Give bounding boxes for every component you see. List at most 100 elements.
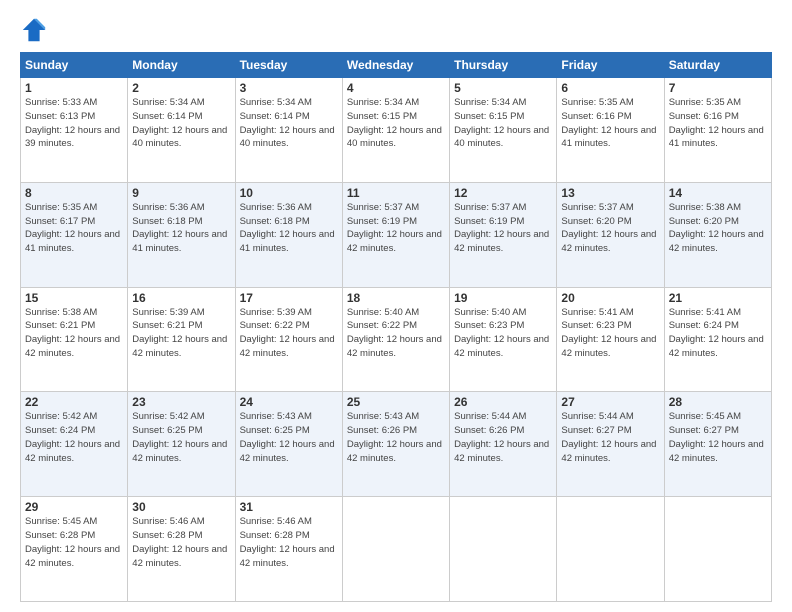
day-info: Sunrise: 5:46 AMSunset: 6:28 PMDaylight:… bbox=[240, 516, 335, 568]
day-info: Sunrise: 5:34 AMSunset: 6:14 PMDaylight:… bbox=[240, 97, 335, 149]
day-info: Sunrise: 5:40 AMSunset: 6:22 PMDaylight:… bbox=[347, 307, 442, 359]
calendar-cell: 3 Sunrise: 5:34 AMSunset: 6:14 PMDayligh… bbox=[235, 78, 342, 183]
day-number: 31 bbox=[240, 500, 338, 514]
calendar-cell: 19 Sunrise: 5:40 AMSunset: 6:23 PMDaylig… bbox=[450, 287, 557, 392]
day-info: Sunrise: 5:42 AMSunset: 6:25 PMDaylight:… bbox=[132, 411, 227, 463]
day-info: Sunrise: 5:34 AMSunset: 6:14 PMDaylight:… bbox=[132, 97, 227, 149]
calendar-cell: 28 Sunrise: 5:45 AMSunset: 6:27 PMDaylig… bbox=[664, 392, 771, 497]
calendar-cell bbox=[450, 497, 557, 602]
calendar-cell: 23 Sunrise: 5:42 AMSunset: 6:25 PMDaylig… bbox=[128, 392, 235, 497]
calendar-cell: 2 Sunrise: 5:34 AMSunset: 6:14 PMDayligh… bbox=[128, 78, 235, 183]
calendar-cell: 14 Sunrise: 5:38 AMSunset: 6:20 PMDaylig… bbox=[664, 182, 771, 287]
calendar-cell: 26 Sunrise: 5:44 AMSunset: 6:26 PMDaylig… bbox=[450, 392, 557, 497]
calendar-cell: 15 Sunrise: 5:38 AMSunset: 6:21 PMDaylig… bbox=[21, 287, 128, 392]
day-number: 6 bbox=[561, 81, 659, 95]
day-number: 13 bbox=[561, 186, 659, 200]
page: SundayMondayTuesdayWednesdayThursdayFrid… bbox=[0, 0, 792, 612]
calendar-cell: 24 Sunrise: 5:43 AMSunset: 6:25 PMDaylig… bbox=[235, 392, 342, 497]
day-info: Sunrise: 5:44 AMSunset: 6:26 PMDaylight:… bbox=[454, 411, 549, 463]
calendar-cell: 7 Sunrise: 5:35 AMSunset: 6:16 PMDayligh… bbox=[664, 78, 771, 183]
day-number: 29 bbox=[25, 500, 123, 514]
calendar-week-4: 22 Sunrise: 5:42 AMSunset: 6:24 PMDaylig… bbox=[21, 392, 772, 497]
calendar-cell: 29 Sunrise: 5:45 AMSunset: 6:28 PMDaylig… bbox=[21, 497, 128, 602]
day-info: Sunrise: 5:36 AMSunset: 6:18 PMDaylight:… bbox=[132, 202, 227, 254]
calendar-cell: 10 Sunrise: 5:36 AMSunset: 6:18 PMDaylig… bbox=[235, 182, 342, 287]
calendar-cell: 18 Sunrise: 5:40 AMSunset: 6:22 PMDaylig… bbox=[342, 287, 449, 392]
calendar-table: SundayMondayTuesdayWednesdayThursdayFrid… bbox=[20, 52, 772, 602]
calendar-cell bbox=[342, 497, 449, 602]
day-header-tuesday: Tuesday bbox=[235, 53, 342, 78]
calendar-week-1: 1 Sunrise: 5:33 AMSunset: 6:13 PMDayligh… bbox=[21, 78, 772, 183]
calendar-cell bbox=[557, 497, 664, 602]
day-number: 22 bbox=[25, 395, 123, 409]
day-info: Sunrise: 5:46 AMSunset: 6:28 PMDaylight:… bbox=[132, 516, 227, 568]
day-info: Sunrise: 5:45 AMSunset: 6:27 PMDaylight:… bbox=[669, 411, 764, 463]
day-info: Sunrise: 5:43 AMSunset: 6:26 PMDaylight:… bbox=[347, 411, 442, 463]
day-number: 10 bbox=[240, 186, 338, 200]
calendar-cell: 22 Sunrise: 5:42 AMSunset: 6:24 PMDaylig… bbox=[21, 392, 128, 497]
day-header-sunday: Sunday bbox=[21, 53, 128, 78]
day-number: 23 bbox=[132, 395, 230, 409]
day-header-friday: Friday bbox=[557, 53, 664, 78]
day-info: Sunrise: 5:41 AMSunset: 6:24 PMDaylight:… bbox=[669, 307, 764, 359]
day-info: Sunrise: 5:41 AMSunset: 6:23 PMDaylight:… bbox=[561, 307, 656, 359]
day-number: 24 bbox=[240, 395, 338, 409]
day-number: 27 bbox=[561, 395, 659, 409]
calendar-week-5: 29 Sunrise: 5:45 AMSunset: 6:28 PMDaylig… bbox=[21, 497, 772, 602]
day-number: 9 bbox=[132, 186, 230, 200]
day-info: Sunrise: 5:37 AMSunset: 6:20 PMDaylight:… bbox=[561, 202, 656, 254]
calendar-cell: 31 Sunrise: 5:46 AMSunset: 6:28 PMDaylig… bbox=[235, 497, 342, 602]
calendar-cell: 21 Sunrise: 5:41 AMSunset: 6:24 PMDaylig… bbox=[664, 287, 771, 392]
day-info: Sunrise: 5:37 AMSunset: 6:19 PMDaylight:… bbox=[454, 202, 549, 254]
day-header-monday: Monday bbox=[128, 53, 235, 78]
calendar-cell: 12 Sunrise: 5:37 AMSunset: 6:19 PMDaylig… bbox=[450, 182, 557, 287]
day-header-wednesday: Wednesday bbox=[342, 53, 449, 78]
day-number: 7 bbox=[669, 81, 767, 95]
day-number: 16 bbox=[132, 291, 230, 305]
calendar-cell: 11 Sunrise: 5:37 AMSunset: 6:19 PMDaylig… bbox=[342, 182, 449, 287]
calendar-cell: 17 Sunrise: 5:39 AMSunset: 6:22 PMDaylig… bbox=[235, 287, 342, 392]
calendar-cell: 6 Sunrise: 5:35 AMSunset: 6:16 PMDayligh… bbox=[557, 78, 664, 183]
day-info: Sunrise: 5:38 AMSunset: 6:20 PMDaylight:… bbox=[669, 202, 764, 254]
day-number: 11 bbox=[347, 186, 445, 200]
day-number: 15 bbox=[25, 291, 123, 305]
day-info: Sunrise: 5:34 AMSunset: 6:15 PMDaylight:… bbox=[454, 97, 549, 149]
logo bbox=[20, 16, 50, 44]
calendar-week-3: 15 Sunrise: 5:38 AMSunset: 6:21 PMDaylig… bbox=[21, 287, 772, 392]
day-number: 3 bbox=[240, 81, 338, 95]
day-info: Sunrise: 5:35 AMSunset: 6:16 PMDaylight:… bbox=[561, 97, 656, 149]
calendar-cell: 4 Sunrise: 5:34 AMSunset: 6:15 PMDayligh… bbox=[342, 78, 449, 183]
day-number: 5 bbox=[454, 81, 552, 95]
day-info: Sunrise: 5:37 AMSunset: 6:19 PMDaylight:… bbox=[347, 202, 442, 254]
day-number: 14 bbox=[669, 186, 767, 200]
day-info: Sunrise: 5:35 AMSunset: 6:16 PMDaylight:… bbox=[669, 97, 764, 149]
day-info: Sunrise: 5:45 AMSunset: 6:28 PMDaylight:… bbox=[25, 516, 120, 568]
day-number: 21 bbox=[669, 291, 767, 305]
day-number: 4 bbox=[347, 81, 445, 95]
header bbox=[20, 16, 772, 44]
calendar-cell: 16 Sunrise: 5:39 AMSunset: 6:21 PMDaylig… bbox=[128, 287, 235, 392]
calendar-cell: 5 Sunrise: 5:34 AMSunset: 6:15 PMDayligh… bbox=[450, 78, 557, 183]
calendar-cell: 13 Sunrise: 5:37 AMSunset: 6:20 PMDaylig… bbox=[557, 182, 664, 287]
day-number: 2 bbox=[132, 81, 230, 95]
day-number: 19 bbox=[454, 291, 552, 305]
day-info: Sunrise: 5:39 AMSunset: 6:22 PMDaylight:… bbox=[240, 307, 335, 359]
day-info: Sunrise: 5:44 AMSunset: 6:27 PMDaylight:… bbox=[561, 411, 656, 463]
day-number: 26 bbox=[454, 395, 552, 409]
day-number: 17 bbox=[240, 291, 338, 305]
day-info: Sunrise: 5:42 AMSunset: 6:24 PMDaylight:… bbox=[25, 411, 120, 463]
day-info: Sunrise: 5:33 AMSunset: 6:13 PMDaylight:… bbox=[25, 97, 120, 149]
day-info: Sunrise: 5:39 AMSunset: 6:21 PMDaylight:… bbox=[132, 307, 227, 359]
calendar-cell: 8 Sunrise: 5:35 AMSunset: 6:17 PMDayligh… bbox=[21, 182, 128, 287]
calendar-cell: 30 Sunrise: 5:46 AMSunset: 6:28 PMDaylig… bbox=[128, 497, 235, 602]
day-number: 1 bbox=[25, 81, 123, 95]
day-number: 30 bbox=[132, 500, 230, 514]
calendar-cell bbox=[664, 497, 771, 602]
generalblue-icon bbox=[20, 16, 48, 44]
day-header-thursday: Thursday bbox=[450, 53, 557, 78]
calendar-cell: 20 Sunrise: 5:41 AMSunset: 6:23 PMDaylig… bbox=[557, 287, 664, 392]
day-info: Sunrise: 5:38 AMSunset: 6:21 PMDaylight:… bbox=[25, 307, 120, 359]
day-number: 12 bbox=[454, 186, 552, 200]
day-info: Sunrise: 5:36 AMSunset: 6:18 PMDaylight:… bbox=[240, 202, 335, 254]
day-info: Sunrise: 5:35 AMSunset: 6:17 PMDaylight:… bbox=[25, 202, 120, 254]
